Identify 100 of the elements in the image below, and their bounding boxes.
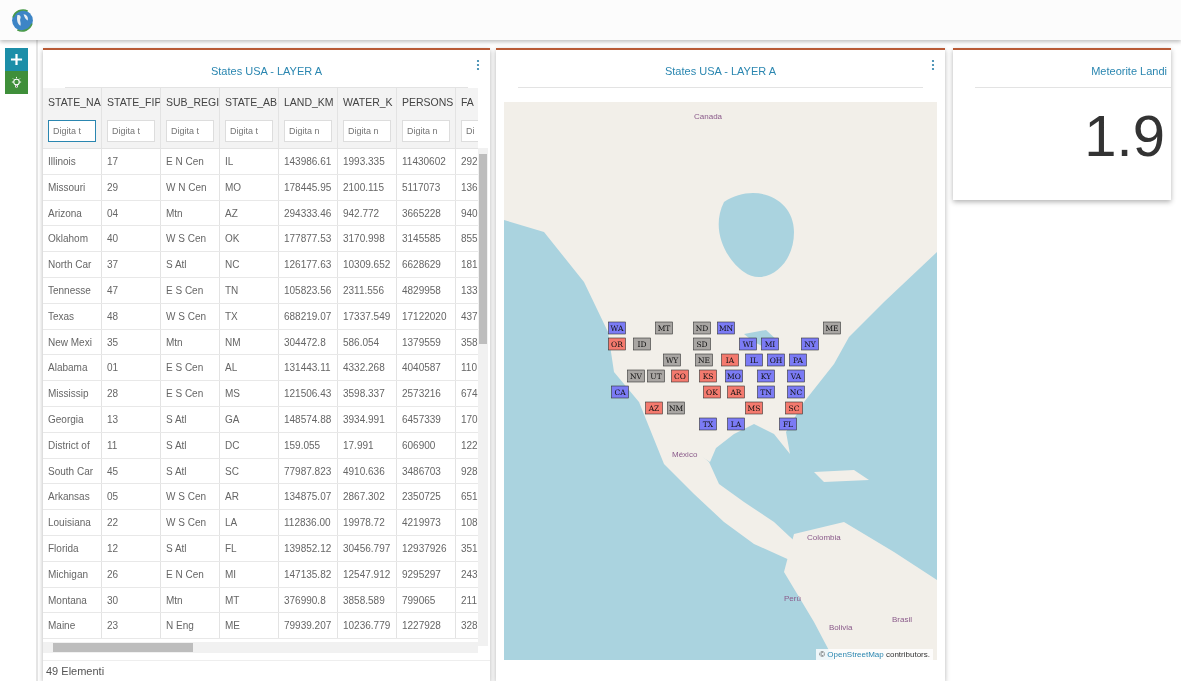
table-cell: Mississip [43,381,102,406]
table-cell: 3145585 [397,226,456,252]
table-cell: 13 [102,406,161,432]
more-options-icon[interactable] [476,59,480,71]
table-cell: Georgia [43,406,102,432]
table-cell: 2100.115 [338,174,397,200]
table-cell: South Car [43,458,102,484]
table-cell: 112836.00 [279,510,338,535]
table-cell: 3858.589 [338,587,397,613]
horizontal-scrollbar[interactable] [43,642,478,654]
column-header[interactable]: FA [456,88,478,116]
place-label: México [672,450,698,459]
table-cell: Florida [43,535,102,561]
table-cell: 3170.998 [338,226,397,252]
attribution-text: © OpenStreetMap contributors. [816,649,933,660]
vertical-scrollbar[interactable] [478,148,488,646]
table-cell: 3934.991 [338,406,397,432]
filter-field[interactable]: Digita t [48,120,96,142]
table-cell: OK [220,226,279,252]
lightbulb-icon [10,76,23,89]
table-cell: NM [220,329,279,355]
table-cell: 1993.335 [338,149,397,174]
table-cell: AR [220,484,279,510]
table-cell: 178445.95 [279,174,338,200]
table-cell-text: 351 [460,541,478,556]
table-cell: E N Cen [161,149,220,174]
panel-title: Meteorite Landi [1091,63,1167,77]
table-cell-text: 110 [460,361,478,376]
table-cell: 121506.43 [279,381,338,406]
table-cell: Mtn [161,200,220,226]
table-cell: 11430602 [397,149,456,174]
table-cell: Oklahom [43,226,102,252]
stat-value: 1.9 [1083,102,1165,169]
table-cell: 17.991 [338,432,397,458]
table-cell: 143986.61 [279,149,338,174]
table-cell: 942.772 [338,200,397,226]
globe-logo-icon [10,7,35,33]
table-cell: W S Cen [161,303,220,329]
table-cell: LA [220,510,279,535]
table-cell: 4829958 [397,278,456,303]
table-cell: 47 [102,278,161,303]
table-cell: SC [220,458,279,484]
table-cell: S Atl [161,458,220,484]
table-cell: 11 [102,432,161,458]
table-cell: TN [220,278,279,303]
table-cell: 586.054 [338,329,397,355]
table-cell: 12 [102,535,161,561]
table-cell: TX [220,303,279,329]
table-cell: 2350725 [397,484,456,510]
table-cell: 26 [102,561,161,587]
table-cell: 1227928 [397,613,456,639]
table-cell: MI [220,561,279,587]
plus-icon [10,53,23,66]
table-cell: 3486703 [397,458,456,484]
table-cell: 17122020 [397,303,456,329]
table-cell: ME [220,613,279,639]
table-cell: Montana [43,587,102,613]
table-cell: 05 [102,484,161,510]
table-cell-text: 181 [460,258,478,273]
table-cell: 10236.779 [338,613,397,639]
table-cell: 4910.636 [338,458,397,484]
table-cell: 12547.912 [338,561,397,587]
table-cell: Michigan [43,561,102,587]
add-button[interactable] [5,48,28,71]
table-cell-text: 855 [460,232,478,247]
table-cell-text: 328 [460,619,478,634]
table-cell: FL [220,535,279,561]
table-cell: 2867.302 [338,484,397,510]
table-cell: 37 [102,252,161,277]
table-cell: 17337.549 [338,303,397,329]
table-cell: 30 [102,587,161,613]
table-cell: 4219973 [397,510,456,535]
table-cell: S Atl [161,406,220,432]
table-cell: S Atl [161,535,220,561]
table-cell: N Eng [161,613,220,639]
table-cell: 12937926 [397,535,456,561]
table-cell: 606900 [397,432,456,458]
table-cell: DC [220,432,279,458]
more-options-icon[interactable] [931,59,935,71]
table-cell: E S Cen [161,278,220,303]
table-cell: S Atl [161,432,220,458]
table-cell: 1379559 [397,329,456,355]
table-cell: 22 [102,510,161,535]
table-cell: W S Cen [161,510,220,535]
table-cell-text: 358 [460,335,478,350]
table-cell: Alabama [43,355,102,381]
table-cell: 105823.56 [279,278,338,303]
table-cell: 28 [102,381,161,406]
table-cell: E S Cen [161,355,220,381]
table-cell: 04 [102,200,161,226]
place-label: Bolivia [829,623,853,632]
place-label: Colombia [807,533,841,542]
table-cell: 01 [102,355,161,381]
lightbulb-button[interactable] [5,71,28,94]
table-cell: W S Cen [161,226,220,252]
openstreetmap-link[interactable]: OpenStreetMap [827,650,884,659]
table-cell: 6457339 [397,406,456,432]
table-cell-text: 211 [460,593,478,608]
island-drawing [814,470,869,482]
table-cell: AZ [220,200,279,226]
